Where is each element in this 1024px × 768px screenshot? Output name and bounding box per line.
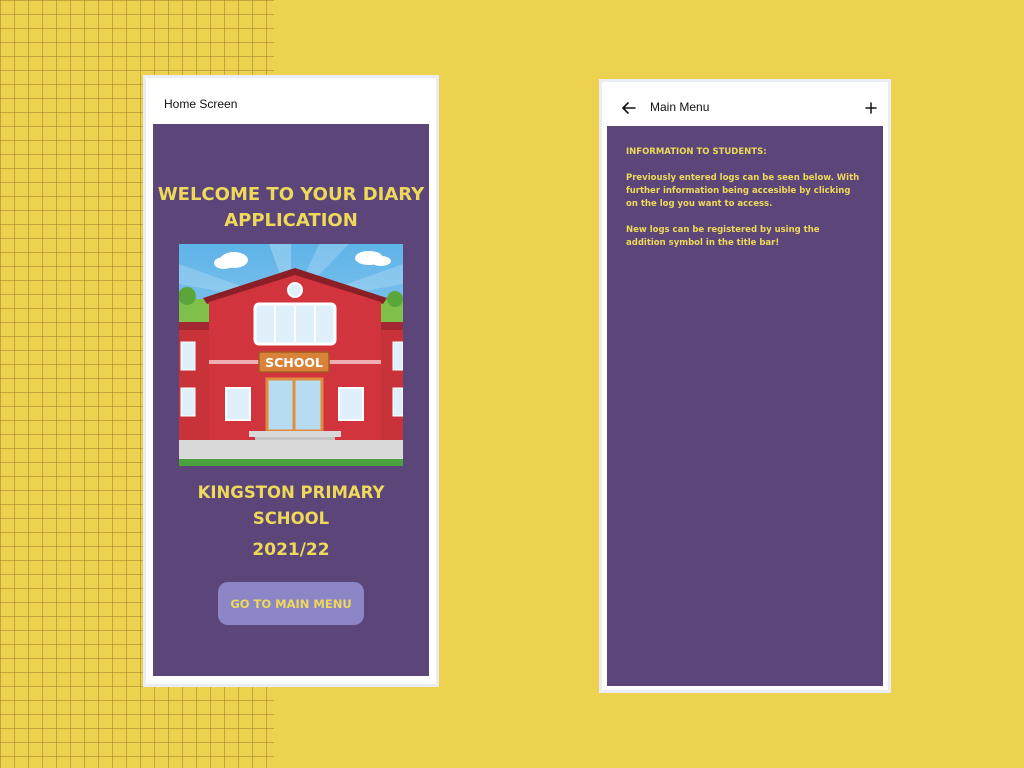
main-menu-window: Main Menu INFORMATION TO STUDENTS: Previ… (602, 82, 888, 690)
menu-titlebar: Main Menu (608, 88, 882, 128)
home-titlebar: Home Screen (152, 84, 430, 124)
info-heading: INFORMATION TO STUDENTS: (626, 147, 767, 157)
welcome-heading: WELCOME TO YOUR DIARY APPLICATION (157, 184, 425, 231)
info-paragraph-1: Previously entered logs can be seen belo… (626, 173, 860, 209)
home-screen-content: WELCOME TO YOUR DIARY APPLICATION SCHOOL… (153, 124, 429, 676)
info-paragraph-2: New logs can be registered by using the … (626, 225, 820, 248)
school-sign-text: SCHOOL (265, 355, 323, 370)
school-name: KINGSTON PRIMARY SCHOOL (197, 483, 385, 528)
back-arrow-icon[interactable] (618, 97, 640, 119)
information-panel: INFORMATION TO STUDENTS: Previously ente… (626, 146, 860, 263)
school-building-image: SCHOOL (179, 244, 403, 466)
home-screen-window: Home Screen WELCOME TO YOUR DIARY APPLIC… (146, 78, 436, 684)
menu-title: Main Menu (650, 100, 710, 114)
academic-year: 2021/22 (252, 540, 330, 560)
go-to-main-menu-button[interactable]: GO TO MAIN MENU (218, 582, 364, 625)
menu-screen-content: INFORMATION TO STUDENTS: Previously ente… (607, 126, 883, 686)
home-title: Home Screen (164, 97, 238, 111)
plus-icon[interactable] (860, 97, 882, 119)
